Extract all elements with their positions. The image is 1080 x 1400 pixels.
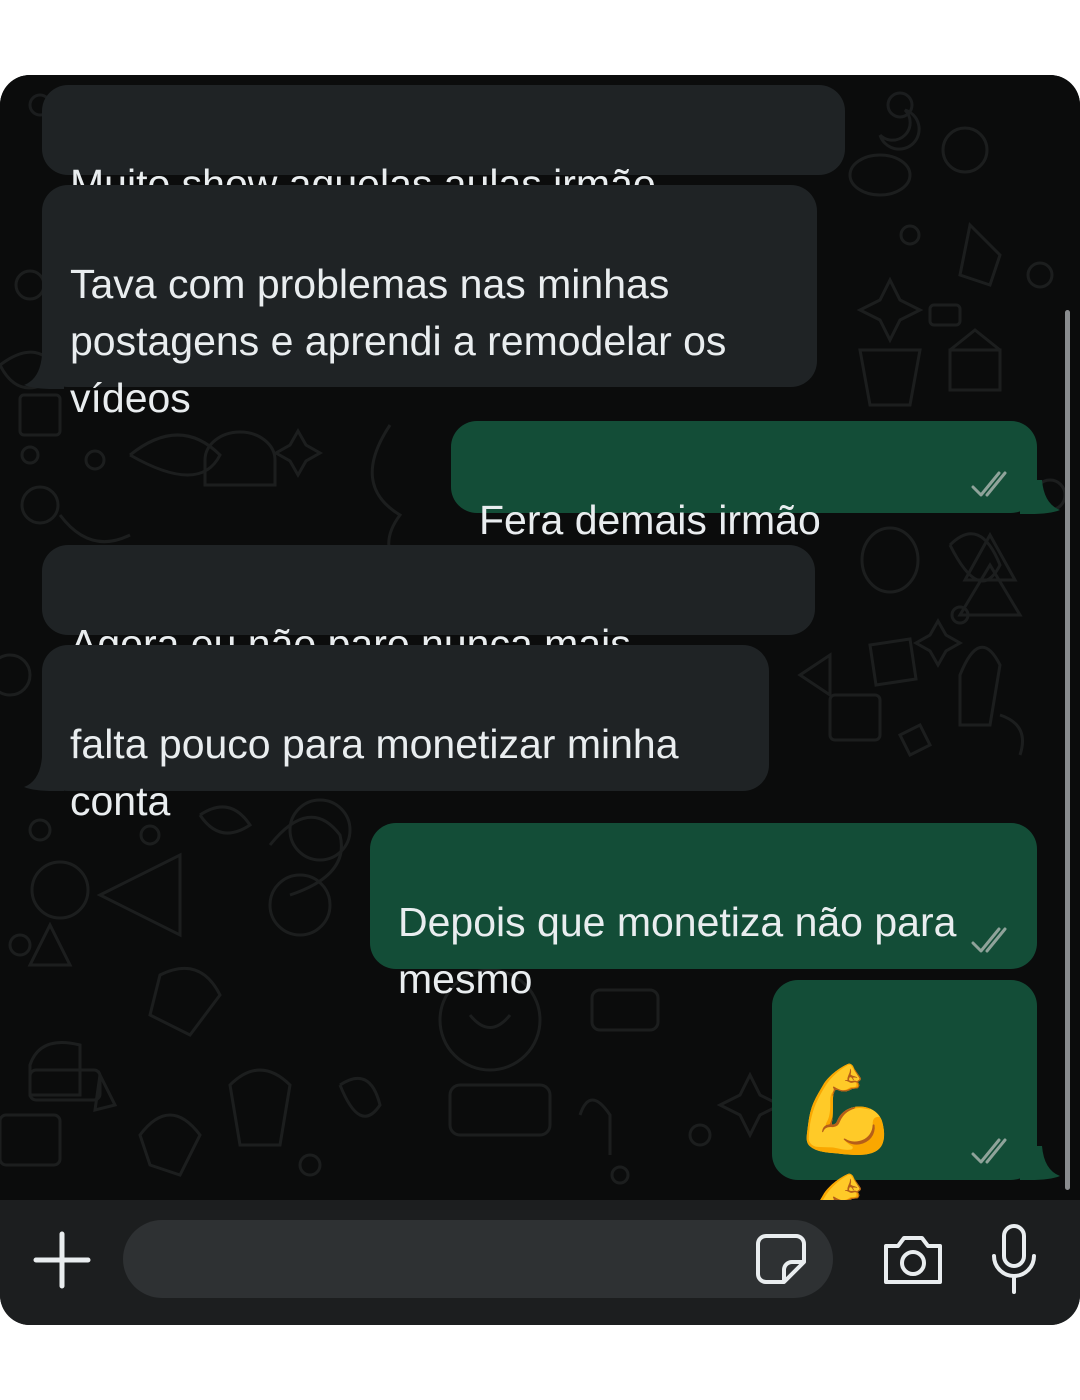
message-outgoing[interactable]: Fera demais irmão <box>451 421 1037 543</box>
message-incoming[interactable]: Agora eu não paro nunca mais <box>42 545 815 667</box>
scrollbar[interactable] <box>1065 310 1070 1190</box>
microphone-icon[interactable] <box>988 1222 1040 1296</box>
message-input-bar <box>0 1200 1080 1325</box>
bubble-tail <box>1020 480 1060 514</box>
message-outgoing-emoji[interactable]: 💪💪 <box>772 980 1037 1270</box>
message-input[interactable] <box>123 1220 833 1298</box>
plus-icon[interactable] <box>30 1228 94 1292</box>
message-incoming[interactable]: falta pouco para monetizar minha conta <box>42 645 769 824</box>
bubble-tail <box>1020 1146 1060 1180</box>
double-check-icon <box>971 1138 1007 1164</box>
message-outgoing[interactable]: Depois que monetiza não para mesmo <box>370 823 1037 1002</box>
sticker-icon[interactable] <box>752 1230 810 1288</box>
double-check-icon <box>971 471 1007 497</box>
camera-icon[interactable] <box>880 1230 946 1290</box>
message-text: Fera demais irmão <box>479 497 821 543</box>
bubble-tail <box>24 355 64 389</box>
double-check-icon <box>971 927 1007 953</box>
message-incoming[interactable]: Tava com problemas nas minhas postagens … <box>42 185 817 421</box>
bubble-tail <box>24 757 64 791</box>
chat-window: Muito show aquelas aulas irmão Tava com … <box>0 75 1080 1325</box>
chat-area[interactable]: Muito show aquelas aulas irmão Tava com … <box>0 75 1080 1270</box>
message-incoming[interactable]: Muito show aquelas aulas irmão <box>42 85 845 207</box>
